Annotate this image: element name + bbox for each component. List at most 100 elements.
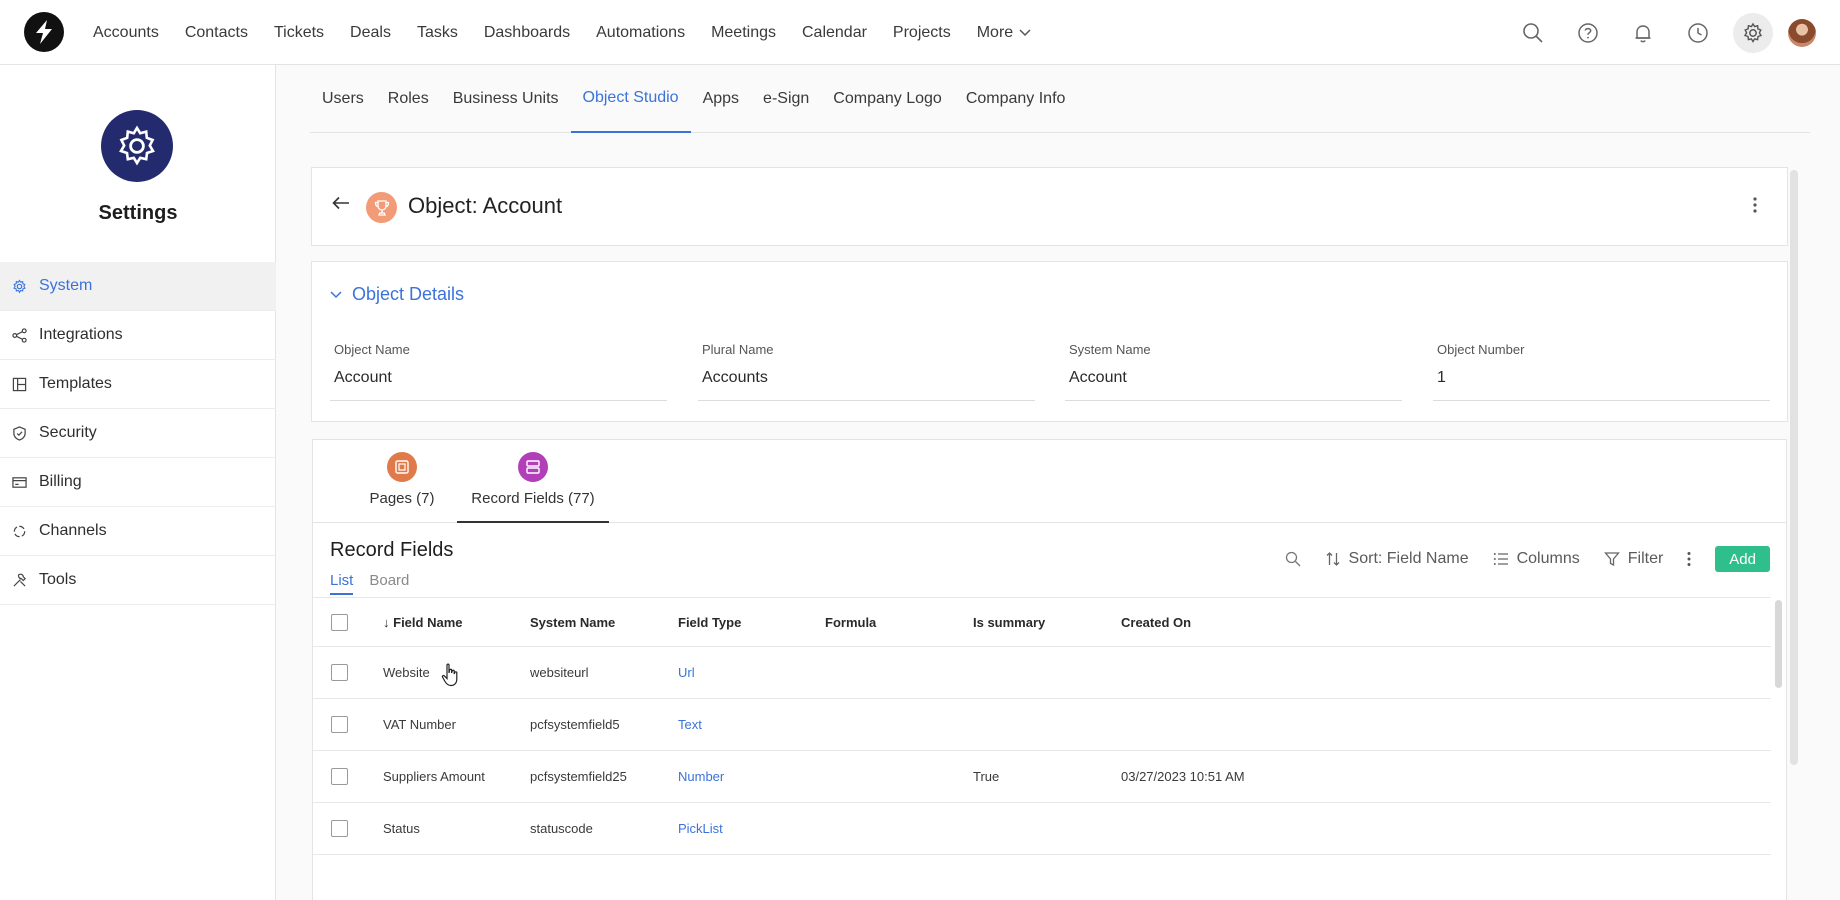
cell-field-type[interactable]: Text	[678, 717, 825, 732]
settings-gear-icon[interactable]	[1733, 12, 1773, 53]
more-options-icon[interactable]	[1753, 196, 1757, 217]
app-logo[interactable]	[24, 12, 64, 52]
columns-button[interactable]: Columns	[1493, 550, 1580, 568]
system-name-field[interactable]: System Name Account	[1065, 342, 1402, 401]
shield-icon	[11, 425, 27, 441]
table-row[interactable]: Status statuscode PickList	[313, 803, 1771, 855]
settings-tabs: Users Roles Business Units Object Studio…	[310, 65, 1810, 133]
sidebar-item-security[interactable]: Security	[0, 409, 276, 458]
row-checkbox[interactable]	[331, 768, 348, 785]
bell-icon[interactable]	[1623, 13, 1663, 53]
column-header-field-type[interactable]: Field Type	[678, 615, 825, 630]
sidebar-item-templates[interactable]: Templates	[0, 360, 276, 409]
chevron-down-icon	[330, 290, 342, 298]
nav-more-menu[interactable]: More	[977, 24, 1031, 42]
cell-field-name[interactable]: Status	[383, 821, 530, 836]
clock-icon[interactable]	[1678, 13, 1718, 53]
object-details-toggle[interactable]: Object Details	[330, 284, 464, 305]
sidebar-item-channels[interactable]: Channels	[0, 507, 276, 556]
page-scrollbar[interactable]	[1790, 170, 1798, 765]
cell-field-name[interactable]: Suppliers Amount	[383, 769, 530, 784]
nav-item-calendar[interactable]: Calendar	[802, 24, 867, 42]
column-header-field-name[interactable]: ↓ Field Name	[383, 615, 530, 630]
view-tab-board[interactable]: Board	[369, 572, 409, 595]
search-icon[interactable]	[1513, 13, 1553, 53]
nav-item-deals[interactable]: Deals	[350, 24, 391, 42]
sidebar-item-tools[interactable]: Tools	[0, 556, 276, 605]
sort-button[interactable]: Sort: Field Name	[1325, 550, 1469, 568]
chevron-down-icon	[1019, 28, 1031, 36]
cell-field-name[interactable]: VAT Number	[383, 717, 530, 732]
share-icon	[11, 327, 27, 343]
trophy-icon	[366, 192, 397, 223]
cell-system-name: pcfsystemfield5	[530, 717, 620, 732]
tab-company-logo[interactable]: Company Logo	[821, 65, 954, 133]
main-nav: Accounts Contacts Tickets Deals Tasks Da…	[93, 0, 1057, 65]
tab-e-sign[interactable]: e-Sign	[751, 65, 821, 133]
nav-item-dashboards[interactable]: Dashboards	[484, 24, 570, 42]
list-icon	[1493, 553, 1508, 565]
table-row[interactable]: Website websiteurl Url	[313, 647, 1771, 699]
table-row[interactable]: Suppliers Amount pcfsystemfield25 Number…	[313, 751, 1771, 803]
columns-label: Columns	[1516, 550, 1580, 567]
view-tab-list[interactable]: List	[330, 572, 354, 595]
tab-roles[interactable]: Roles	[376, 65, 441, 133]
select-all-checkbox[interactable]	[331, 613, 348, 631]
column-header-formula[interactable]: Formula	[825, 615, 973, 630]
sidebar-item-label: System	[39, 277, 93, 294]
add-field-button[interactable]: Add	[1715, 546, 1770, 572]
object-name-field[interactable]: Object Name Account	[330, 342, 667, 401]
sidebar-item-integrations[interactable]: Integrations	[0, 311, 276, 360]
cell-system-name: websiteurl	[530, 665, 589, 680]
nav-item-tasks[interactable]: Tasks	[417, 24, 458, 42]
tab-business-units[interactable]: Business Units	[441, 65, 571, 133]
cell-system-name: statuscode	[530, 821, 593, 836]
sort-arrow-icon: ↓	[383, 614, 390, 630]
settings-title: Settings	[98, 202, 178, 224]
nav-item-meetings[interactable]: Meetings	[711, 24, 776, 42]
sort-label: Sort: Field Name	[1348, 550, 1469, 567]
row-checkbox[interactable]	[331, 664, 348, 681]
plural-name-field[interactable]: Plural Name Accounts	[698, 342, 1035, 401]
nav-item-contacts[interactable]: Contacts	[185, 24, 248, 42]
table-search-icon[interactable]	[1285, 551, 1301, 567]
toolbar-more-icon[interactable]	[1687, 551, 1691, 567]
sidebar-item-label: Templates	[39, 375, 112, 392]
column-header-system-name[interactable]: System Name	[530, 615, 678, 630]
sidebar-item-system[interactable]: System	[0, 262, 276, 311]
subtab-record-fields[interactable]: Record Fields (77)	[457, 452, 609, 523]
table-row[interactable]: VAT Number pcfsystemfield5 Text	[313, 699, 1771, 751]
field-value: 1	[1437, 369, 1446, 386]
tab-company-info[interactable]: Company Info	[954, 65, 1078, 133]
table-scrollbar[interactable]	[1775, 600, 1782, 688]
cell-system-name: pcfsystemfield25	[530, 769, 627, 784]
nav-item-projects[interactable]: Projects	[893, 24, 951, 42]
nav-item-accounts[interactable]: Accounts	[93, 24, 159, 42]
nav-item-automations[interactable]: Automations	[596, 24, 685, 42]
tab-apps[interactable]: Apps	[691, 65, 751, 133]
subtab-pages[interactable]: Pages (7)	[351, 452, 453, 523]
row-checkbox[interactable]	[331, 820, 348, 837]
back-arrow-icon[interactable]	[332, 196, 350, 213]
cell-is-summary: True	[973, 769, 1000, 784]
filter-button[interactable]: Filter	[1603, 550, 1663, 568]
field-label: Object Name	[334, 342, 410, 357]
sidebar-item-billing[interactable]: Billing	[0, 458, 276, 507]
pages-icon	[387, 452, 417, 482]
view-switcher: List Board	[330, 572, 409, 595]
field-value: Account	[1069, 369, 1127, 386]
row-checkbox[interactable]	[331, 716, 348, 733]
cell-field-type[interactable]: Number	[678, 769, 825, 784]
tab-users[interactable]: Users	[310, 65, 376, 133]
nav-item-tickets[interactable]: Tickets	[274, 24, 324, 42]
cell-field-type[interactable]: Url	[678, 665, 825, 680]
tab-object-studio[interactable]: Object Studio	[570, 65, 691, 133]
cell-field-type[interactable]: PickList	[678, 821, 825, 836]
sidebar-item-label: Channels	[39, 522, 107, 539]
help-icon[interactable]	[1568, 13, 1608, 53]
column-header-created-on[interactable]: Created On	[1121, 615, 1321, 630]
user-avatar[interactable]	[1788, 18, 1816, 47]
object-number-field[interactable]: Object Number 1	[1433, 342, 1770, 401]
column-header-is-summary[interactable]: Is summary	[973, 615, 1121, 630]
bolt-logo-icon	[36, 20, 52, 44]
